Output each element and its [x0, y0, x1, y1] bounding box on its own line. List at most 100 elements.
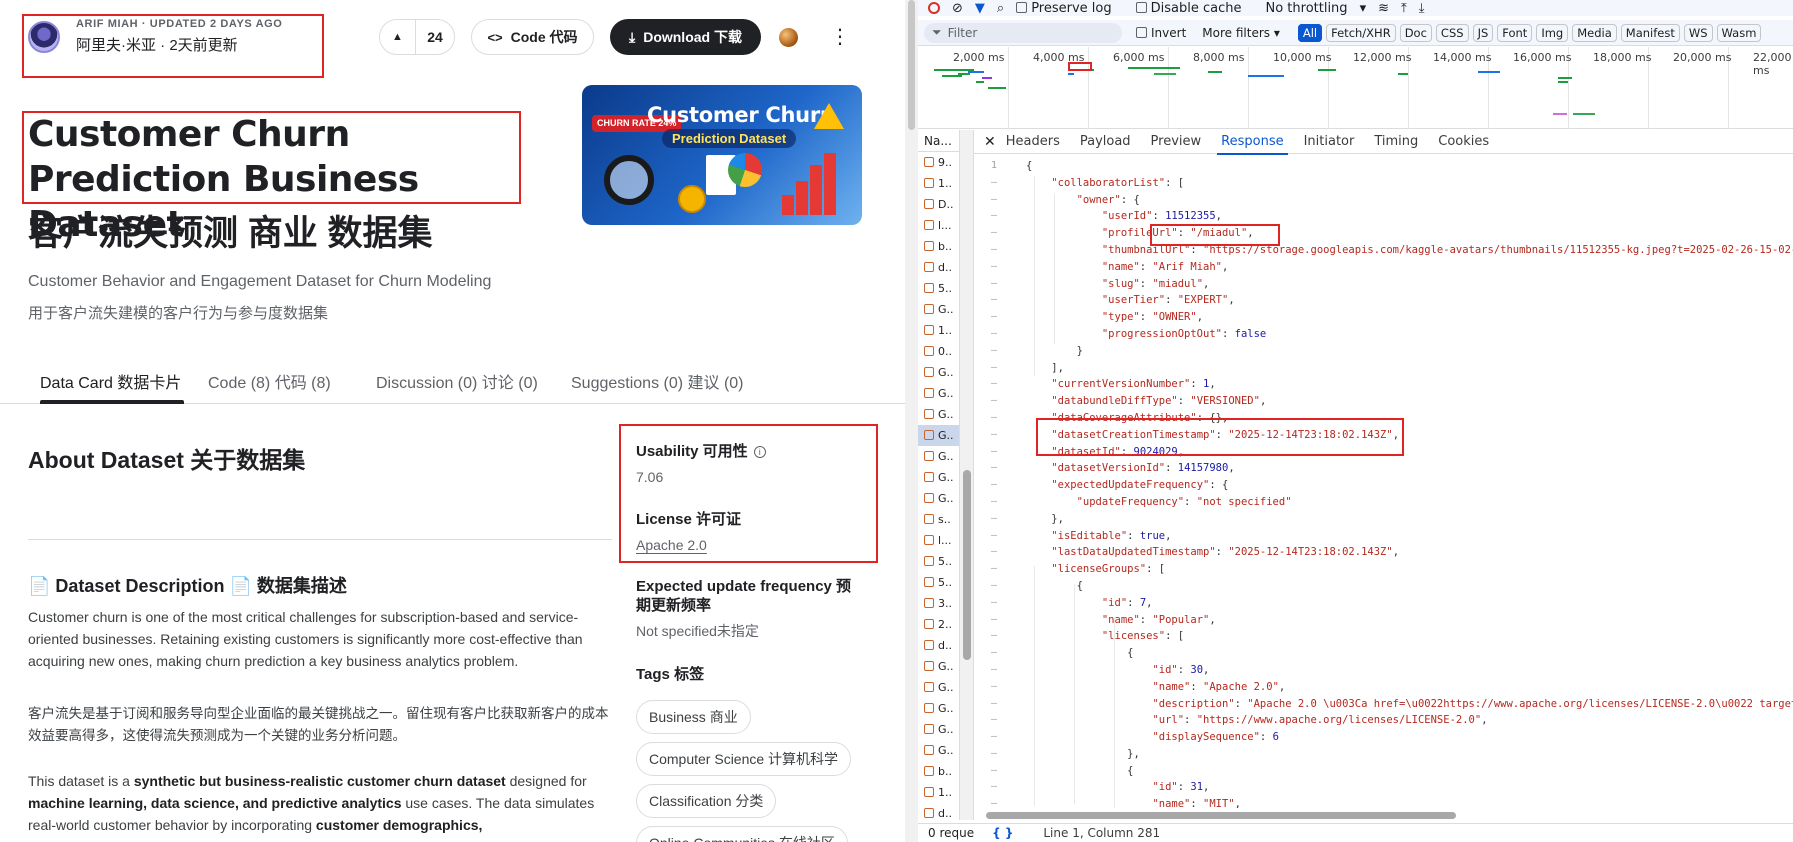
request-row[interactable]: 1.. [918, 173, 959, 194]
request-row[interactable]: 1.. [918, 320, 959, 341]
request-row[interactable]: 0.. [918, 341, 959, 362]
more-options-icon[interactable]: ⋮ [830, 24, 850, 50]
resource-type-chips: All Fetch/XHR Doc CSS JS Font Img Media Manifest… [1297, 23, 1766, 42]
request-row[interactable]: l... [918, 215, 959, 236]
filter-chip[interactable]: Wasm [1716, 23, 1762, 42]
request-row[interactable]: d.. [918, 257, 959, 278]
tag-chip[interactable]: Computer Science 计算机科学 [636, 742, 852, 776]
owner-block[interactable]: ARIF MIAH · UPDATED 2 DAYS AGO 阿里夫·米亚 · … [28, 18, 282, 55]
disable-cache-checkbox[interactable]: Disable cache [1135, 1, 1254, 16]
tab-cookies[interactable]: Cookies [1438, 134, 1489, 149]
filter-chip[interactable]: Font [1497, 23, 1533, 42]
request-row[interactable]: d.. [918, 803, 959, 820]
download-button[interactable]: ⤓ Download 下载 [610, 19, 761, 55]
request-row[interactable]: 9.. [918, 152, 959, 173]
code-button-label: Code 代码 [510, 29, 578, 45]
gutter-marker: – [990, 546, 998, 558]
upvote-widget[interactable]: ▲ 24 [379, 19, 455, 55]
request-row[interactable]: l... [918, 530, 959, 551]
request-row[interactable]: G.. [918, 383, 959, 404]
request-row[interactable]: G.. [918, 488, 959, 509]
request-row[interactable]: G.. [918, 404, 959, 425]
tag-chip[interactable]: Online Communities 在线社区 [636, 826, 848, 842]
request-row[interactable]: G.. [918, 425, 959, 446]
page-scrollbar[interactable] [905, 0, 918, 842]
upload-icon[interactable]: ⤒ [1401, 1, 1407, 16]
request-row[interactable]: s.. [918, 509, 959, 530]
tab-payload[interactable]: Payload [1080, 134, 1131, 149]
request-row[interactable]: 1.. [918, 782, 959, 803]
request-row[interactable]: 5.. [918, 551, 959, 572]
code-button[interactable]: <> Code 代码 [471, 19, 594, 55]
close-icon[interactable]: ✕ [984, 134, 996, 150]
info-icon[interactable]: i [753, 446, 766, 458]
upvote-arrow-icon[interactable]: ▲ [380, 20, 416, 54]
dropdown-caret-icon[interactable]: ▾ [1360, 1, 1367, 16]
pretty-print-icon[interactable]: { } [992, 826, 1013, 840]
request-row[interactable]: G.. [918, 362, 959, 383]
filter-chip[interactable]: Fetch/XHR [1326, 23, 1396, 42]
request-row[interactable]: G.. [918, 656, 959, 677]
request-row[interactable]: G.. [918, 467, 959, 488]
tab-response[interactable]: Response [1221, 134, 1283, 149]
response-viewer[interactable]: 1– – – – – – – – – – – – – – – – – – – – – – – – – – – – – – – – – – – – – – … [974, 158, 1793, 808]
download-har-icon[interactable]: ⤓ [1419, 1, 1425, 16]
tab-data-card[interactable]: Data Card 数据卡片 [40, 369, 181, 393]
filter-chip[interactable]: Media [1572, 23, 1617, 42]
filter-chip[interactable]: CSS [1435, 23, 1469, 42]
page-scrollbar-thumb[interactable] [908, 0, 915, 130]
request-row[interactable]: G.. [918, 698, 959, 719]
tag-chip[interactable]: Classification 分类 [636, 784, 777, 818]
filter-chip[interactable]: Manifest [1620, 23, 1680, 42]
tag-chip[interactable]: Business 商业 [636, 700, 751, 734]
request-row[interactable]: G.. [918, 677, 959, 698]
request-row[interactable]: G.. [918, 719, 959, 740]
filter-chip[interactable]: WS [1683, 23, 1713, 42]
tab-headers[interactable]: Headers [1006, 134, 1060, 149]
request-row[interactable]: b.. [918, 236, 959, 257]
request-row[interactable]: D.. [918, 194, 959, 215]
response-horizontal-scrollbar[interactable] [974, 810, 1793, 820]
license-link[interactable]: Apache 2.0 [636, 537, 876, 553]
request-list-scrollbar[interactable] [960, 130, 974, 820]
request-row[interactable]: G.. [918, 446, 959, 467]
throttling-select[interactable]: No throttling [1265, 1, 1347, 16]
name-column-header[interactable]: Na... [918, 130, 959, 152]
request-row[interactable]: G.. [918, 740, 959, 761]
filter-funnel-icon[interactable]: ▼ [975, 1, 985, 16]
json-line: { [1026, 160, 1033, 172]
invert-checkbox[interactable]: Invert [1136, 26, 1186, 40]
tab-discussion[interactable]: Discussion (0) 讨论 (0) [376, 369, 538, 393]
clear-icon[interactable]: ⊘ [952, 1, 963, 16]
filter-input[interactable]: ⏷ Filter [924, 22, 1122, 43]
request-row[interactable]: 5.. [918, 572, 959, 593]
tab-initiator[interactable]: Initiator [1304, 134, 1355, 149]
gutter-marker: – [990, 210, 998, 222]
request-row[interactable]: d.. [918, 635, 959, 656]
preserve-log-checkbox[interactable]: Preserve log [1016, 1, 1123, 16]
request-list-scrollbar-thumb[interactable] [963, 470, 971, 660]
tab-timing[interactable]: Timing [1374, 134, 1418, 149]
request-row[interactable]: G.. [918, 299, 959, 320]
tab-preview[interactable]: Preview [1151, 134, 1202, 149]
tab-code[interactable]: Code (8) 代码 (8) [208, 369, 331, 393]
request-row[interactable]: 2.. [918, 614, 959, 635]
waterfall-overview[interactable]: 2,000 ms 4,000 ms 6,000 ms 8,000 ms 10,000 m… [918, 47, 1793, 129]
request-row[interactable]: b.. [918, 761, 959, 782]
filter-chip[interactable]: Img [1536, 23, 1569, 42]
indent-guide [1054, 194, 1055, 344]
filter-chip[interactable]: All [1297, 23, 1323, 42]
filter-chip[interactable]: JS [1472, 23, 1494, 42]
tab-suggestions[interactable]: Suggestions (0) 建议 (0) [571, 369, 744, 393]
owner-avatar[interactable] [28, 20, 60, 53]
request-row[interactable]: 5.. [918, 278, 959, 299]
filter-chip[interactable]: Doc [1399, 23, 1432, 42]
wifi-icon[interactable]: ≋ [1378, 1, 1389, 16]
search-icon[interactable]: ⌕ [997, 1, 1004, 16]
response-horizontal-scrollbar-thumb[interactable] [986, 812, 1456, 819]
timeline-tick-label: 22,000 ms [1753, 51, 1792, 77]
medal-orb-icon[interactable] [779, 28, 798, 47]
record-icon[interactable] [928, 2, 940, 14]
more-filters-button[interactable]: More filters ▾ [1202, 26, 1280, 40]
request-row[interactable]: 3.. [918, 593, 959, 614]
